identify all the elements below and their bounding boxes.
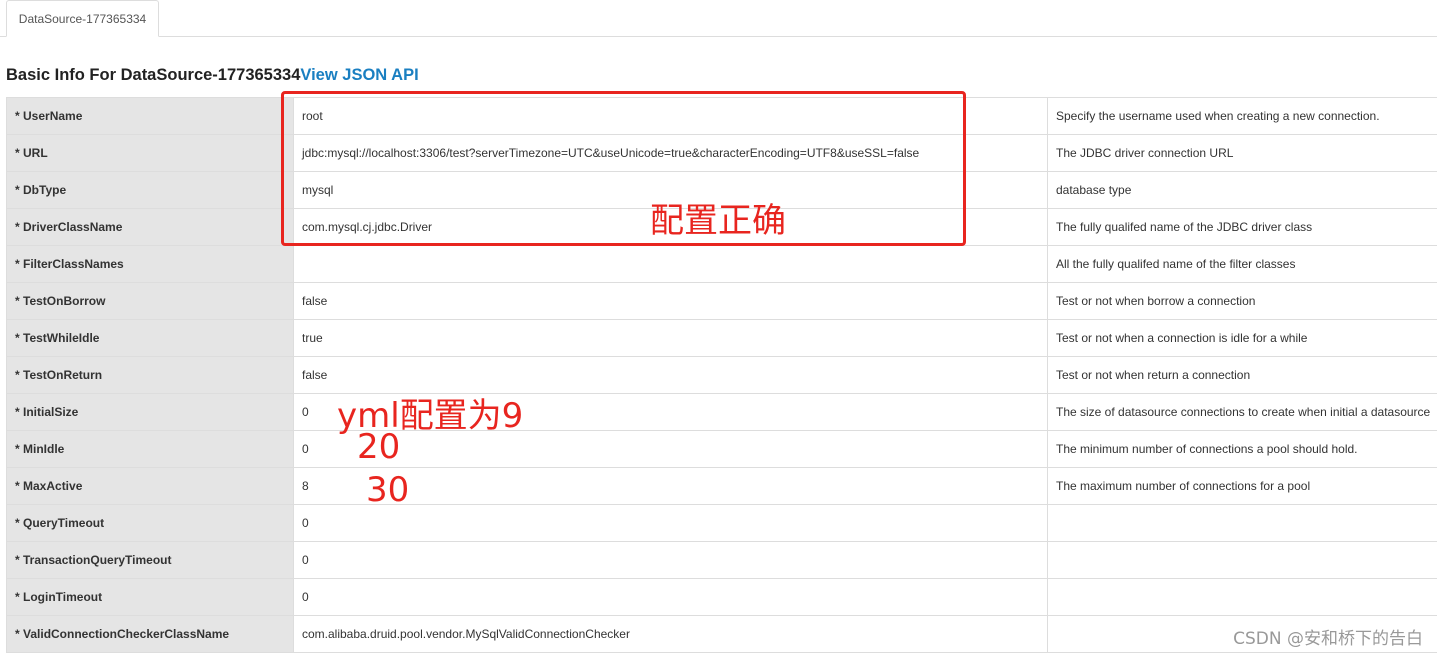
tab-bar: DataSource-177365334	[0, 0, 1437, 37]
row-key: * MaxActive	[6, 467, 294, 505]
annotation-20: 20	[357, 427, 401, 467]
row-key: * LoginTimeout	[6, 578, 294, 616]
table-row: * FilterClassNames All the fully qualifed…	[6, 245, 1437, 283]
row-value: 0	[293, 504, 1048, 542]
row-value: 0	[293, 541, 1048, 579]
row-key: * TransactionQueryTimeout	[6, 541, 294, 579]
table-row: * ValidConnectionCheckerClassName com.ali…	[6, 615, 1437, 653]
row-key: * ValidConnectionCheckerClassName	[6, 615, 294, 653]
row-description: The JDBC driver connection URL	[1047, 134, 1437, 172]
row-value: com.alibaba.druid.pool.vendor.MySqlValid…	[293, 615, 1048, 653]
table-row: * TestWhileIdle true Test or not when a co…	[6, 319, 1437, 357]
table-row: * MaxActive 8 The maximum number of connec…	[6, 467, 1437, 505]
table-row: * TestOnReturn false Test or not when retu…	[6, 356, 1437, 394]
row-value	[293, 245, 1048, 283]
row-description: The minimum number of connections a pool…	[1047, 430, 1437, 468]
row-description: Specify the username used when creating …	[1047, 97, 1437, 135]
annotation-correct: 配置正确	[650, 201, 786, 241]
table-row: * TestOnBorrow false Test or not when borr…	[6, 282, 1437, 320]
watermark: CSDN @安和桥下的告白	[1233, 629, 1423, 649]
row-key: * DbType	[6, 171, 294, 209]
row-key: * InitialSize	[6, 393, 294, 431]
row-description: All the fully qualifed name of the filte…	[1047, 245, 1437, 283]
row-description	[1047, 504, 1437, 542]
table-row: * TransactionQueryTimeout 0	[6, 541, 1437, 579]
row-value: false	[293, 282, 1048, 320]
row-key: * TestWhileIdle	[6, 319, 294, 357]
row-description: Test or not when return a connection	[1047, 356, 1437, 394]
page-title: Basic Info For DataSource-177365334View …	[6, 66, 419, 85]
row-key: * DriverClassName	[6, 208, 294, 246]
row-description	[1047, 541, 1437, 579]
view-json-api-link[interactable]: View JSON API	[300, 66, 418, 84]
row-description: The fully qualifed name of the JDBC driv…	[1047, 208, 1437, 246]
row-description: The size of datasource connections to cr…	[1047, 393, 1437, 431]
row-value: 0	[293, 578, 1048, 616]
row-key: * TestOnReturn	[6, 356, 294, 394]
page-title-text: Basic Info For DataSource-177365334	[6, 66, 301, 84]
row-key: * MinIdle	[6, 430, 294, 468]
annotation-30: 30	[366, 470, 410, 510]
highlight-box	[281, 91, 966, 246]
row-key: * TestOnBorrow	[6, 282, 294, 320]
row-description: Test or not when borrow a connection	[1047, 282, 1437, 320]
row-description: The maximum number of connections for a …	[1047, 467, 1437, 505]
table-row: * LoginTimeout 0	[6, 578, 1437, 616]
table-row: * QueryTimeout 0	[6, 504, 1437, 542]
row-description	[1047, 578, 1437, 616]
tab-datasource[interactable]: DataSource-177365334	[6, 0, 159, 37]
table-row: * InitialSize 0 The size of datasource con…	[6, 393, 1437, 431]
table-row: * MinIdle 0 The minimum number of connecti…	[6, 430, 1437, 468]
row-description: Test or not when a connection is idle fo…	[1047, 319, 1437, 357]
row-key: * UserName	[6, 97, 294, 135]
row-key: * URL	[6, 134, 294, 172]
row-description: database type	[1047, 171, 1437, 209]
row-value: true	[293, 319, 1048, 357]
row-key: * QueryTimeout	[6, 504, 294, 542]
row-key: * FilterClassNames	[6, 245, 294, 283]
